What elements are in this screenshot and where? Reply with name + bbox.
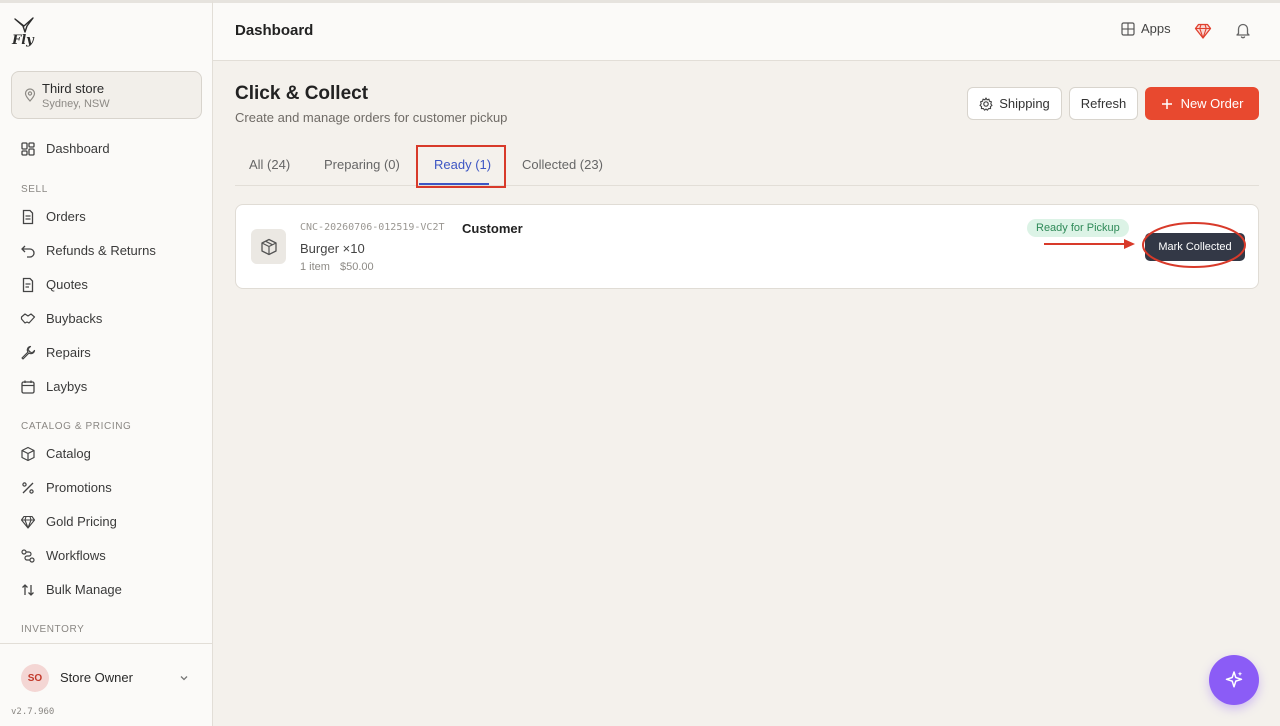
workflow-icon <box>21 549 35 563</box>
sidebar-item-label: Orders <box>46 209 86 224</box>
apps-label: Apps <box>1141 21 1171 36</box>
sidebar-item-label: Workflows <box>46 548 106 563</box>
diamond-icon <box>20 515 36 529</box>
sidebar-item-label: Refunds & Returns <box>46 243 156 258</box>
receipt-icon <box>22 209 34 225</box>
status-badge: Ready for Pickup <box>1027 219 1129 237</box>
brand-logo[interactable]: Fly <box>12 17 36 49</box>
sidebar-item-label: Buybacks <box>46 311 103 326</box>
apps-grid-icon <box>1121 21 1135 36</box>
tab-all[interactable]: All (24) <box>249 157 290 172</box>
avatar: SO <box>21 664 49 692</box>
sidebar-section-catalog: CATALOG & PRICING <box>21 421 132 432</box>
order-card[interactable]: CNC-20260706-012519-VC2T Customer Burger… <box>235 204 1259 289</box>
chevron-down-icon <box>180 676 188 681</box>
new-order-button[interactable]: New Order <box>1145 87 1259 120</box>
tab-highlight-annotation <box>416 145 506 188</box>
item-count: 1 item <box>300 261 330 273</box>
shipping-button[interactable]: Shipping <box>967 87 1062 120</box>
store-location: Sydney, NSW <box>42 98 110 110</box>
tab-preparing[interactable]: Preparing (0) <box>324 157 400 172</box>
sidebar-item-gold-pricing[interactable]: Gold Pricing <box>0 507 213 537</box>
order-items: Burger ×10 <box>300 241 365 256</box>
top-bar: Dashboard Apps <box>213 0 1280 61</box>
sparkles-icon <box>1225 671 1243 688</box>
sidebar-item-label: Bulk Manage <box>46 582 122 597</box>
sidebar-item-promotions[interactable]: Promotions <box>0 473 213 503</box>
package-icon <box>260 238 277 255</box>
bird-icon <box>14 17 34 33</box>
order-tabs: All (24) Preparing (0) Ready (1) Collect… <box>235 145 1259 188</box>
gear-icon <box>979 96 993 111</box>
sidebar-item-label: Repairs <box>46 345 91 360</box>
wrench-icon <box>21 345 36 360</box>
sidebar-item-laybys[interactable]: Laybys <box>0 372 213 402</box>
box-icon <box>21 446 35 462</box>
sidebar-section-sell: SELL <box>21 184 48 195</box>
order-id: CNC-20260706-012519-VC2T <box>300 222 445 233</box>
sidebar-item-quotes[interactable]: Quotes <box>0 270 213 300</box>
sort-arrows-icon <box>22 584 34 596</box>
sidebar-item-label: Quotes <box>46 277 88 292</box>
sidebar: Fly Third store Sydney, NSW Dashboard SE… <box>0 0 213 726</box>
sidebar-item-bulk-manage[interactable]: Bulk Manage <box>0 575 213 605</box>
sidebar-item-orders[interactable]: Orders <box>0 202 213 232</box>
logo-text: Fly <box>12 33 34 48</box>
calendar-icon <box>21 380 35 394</box>
customer-name: Customer <box>462 221 523 236</box>
refresh-label: Refresh <box>1080 96 1127 111</box>
grid-icon <box>21 142 35 156</box>
app-version: v2.7.960 <box>11 707 55 717</box>
sidebar-item-buybacks[interactable]: Buybacks <box>0 304 213 334</box>
sidebar-item-catalog[interactable]: Catalog <box>0 439 213 469</box>
user-name: Store Owner <box>60 670 133 685</box>
sidebar-item-label: Catalog <box>46 446 91 461</box>
page-subtitle: Create and manage orders for customer pi… <box>235 110 508 125</box>
document-icon <box>22 277 34 293</box>
mark-collected-button[interactable]: Mark Collected <box>1145 233 1245 261</box>
header-title: Dashboard <box>235 22 314 39</box>
store-selector[interactable]: Third store Sydney, NSW <box>11 71 202 119</box>
sidebar-item-dashboard[interactable]: Dashboard <box>0 134 213 164</box>
percent-icon <box>22 482 34 494</box>
new-order-label: New Order <box>1180 96 1244 111</box>
assistant-button[interactable] <box>1209 655 1259 705</box>
location-pin-icon <box>24 88 36 102</box>
shipping-label: Shipping <box>999 96 1050 111</box>
sidebar-item-repairs[interactable]: Repairs <box>0 338 213 368</box>
package-thumbnail <box>251 229 286 264</box>
sidebar-item-refunds-returns[interactable]: Refunds & Returns <box>0 236 213 266</box>
tab-collected[interactable]: Collected (23) <box>522 157 603 172</box>
store-name: Third store <box>42 81 105 96</box>
sidebar-item-label: Promotions <box>46 480 112 495</box>
sidebar-item-label: Dashboard <box>46 141 110 156</box>
order-meta: 1 item $50.00 <box>300 261 374 273</box>
plus-icon <box>1161 98 1172 109</box>
refresh-button[interactable]: Refresh <box>1069 87 1138 120</box>
page-title: Click & Collect <box>235 83 369 104</box>
gem-icon[interactable] <box>1194 22 1212 40</box>
bell-icon[interactable] <box>1234 21 1252 39</box>
apps-button[interactable]: Apps <box>1121 21 1171 36</box>
sidebar-item-workflows[interactable]: Workflows <box>0 541 213 571</box>
order-total: $50.00 <box>339 261 374 273</box>
handshake-icon <box>20 313 36 324</box>
user-menu[interactable]: SO Store Owner v2.7.960 <box>0 643 212 726</box>
sidebar-item-label: Gold Pricing <box>46 514 117 529</box>
sidebar-section-inventory: INVENTORY <box>21 624 85 635</box>
return-arrow-icon <box>21 245 35 258</box>
sidebar-item-label: Laybys <box>46 379 88 394</box>
